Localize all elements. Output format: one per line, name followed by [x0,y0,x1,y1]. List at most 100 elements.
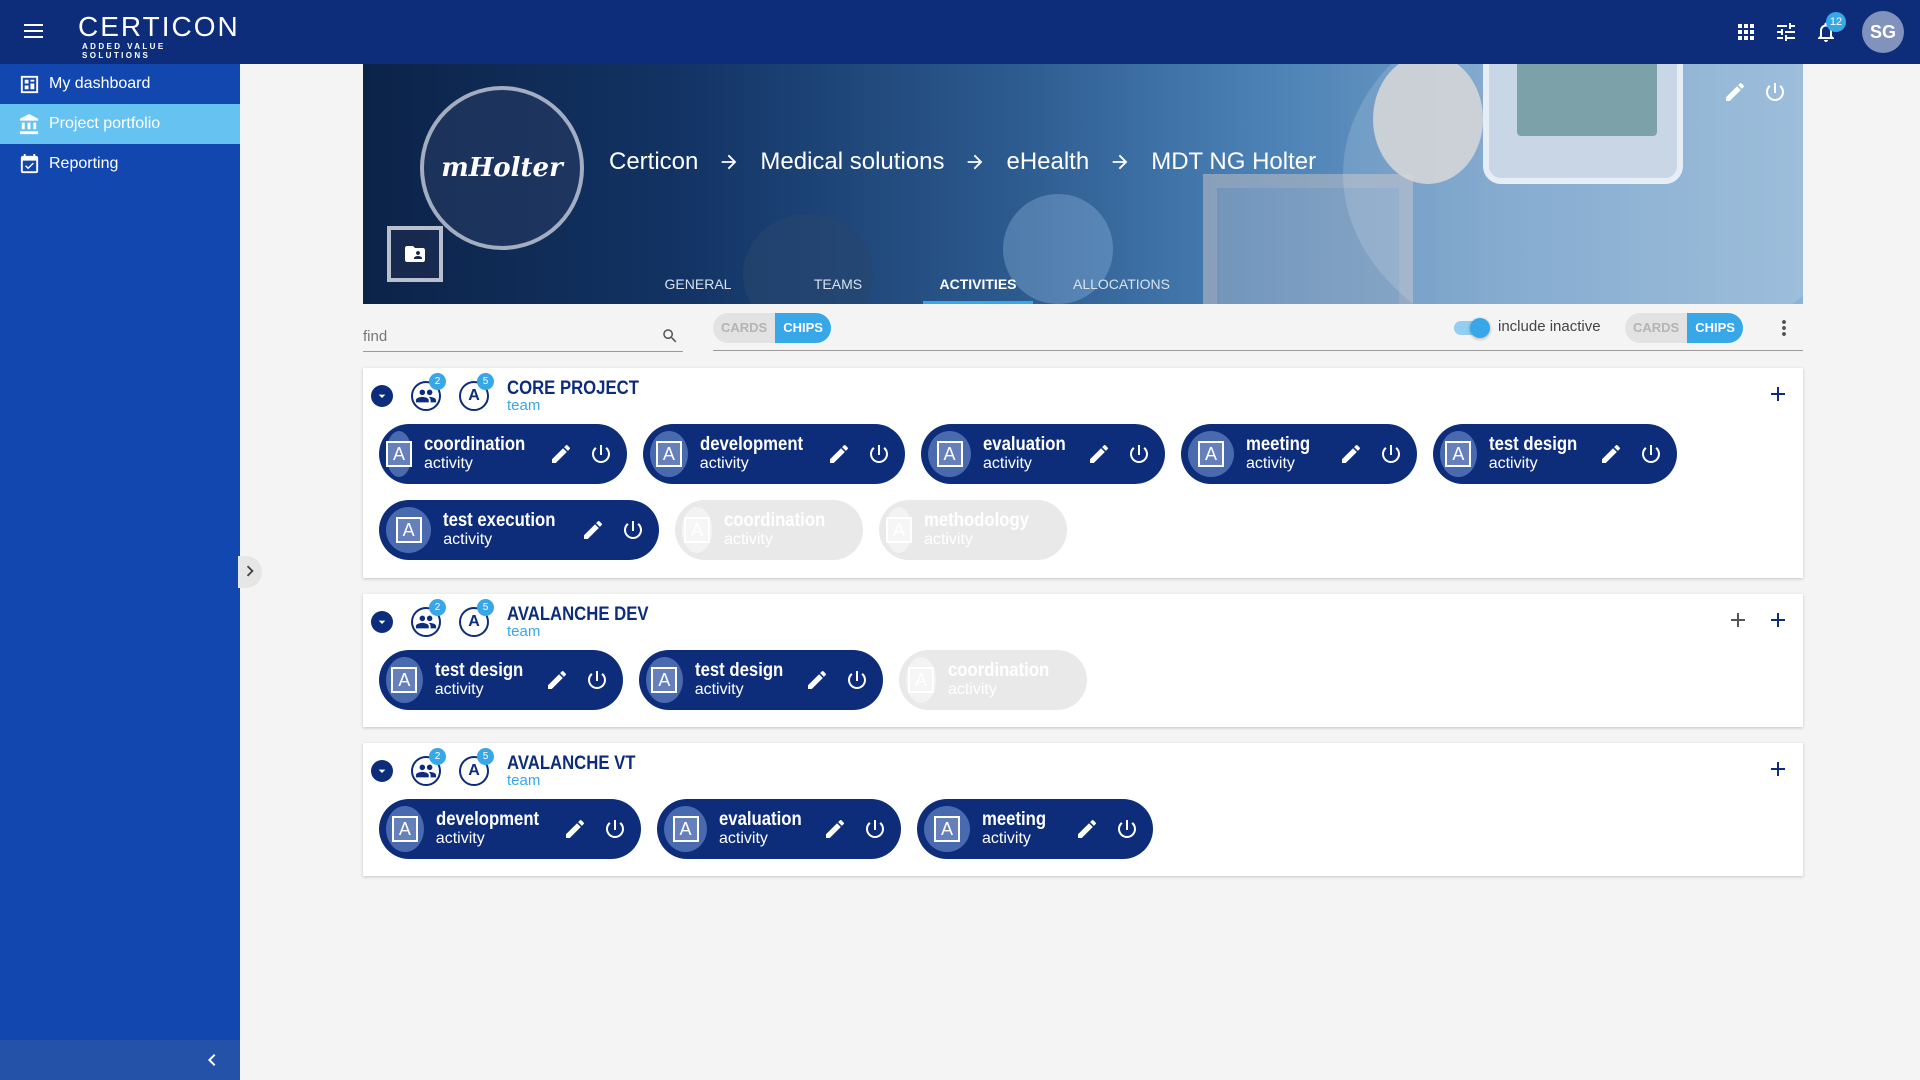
breadcrumb-item[interactable]: eHealth [1006,148,1089,176]
team-view-mode-toggle: CARDS CHIPS [1625,313,1743,343]
deactivate-power-icon[interactable] [863,817,887,841]
upload-logo-folder-icon[interactable] [387,226,443,282]
edit-pencil-icon[interactable] [827,442,851,466]
edit-pencil-icon[interactable] [805,668,829,692]
activity-chip[interactable]: Atest design activity [639,650,883,710]
more-vert-icon[interactable] [1772,316,1796,340]
sidebar-item-reporting[interactable]: Reporting [0,144,240,184]
activity-chip[interactable]: Atest design activity [379,650,623,710]
deactivate-power-icon[interactable] [603,817,627,841]
deactivate-power-icon[interactable] [621,518,645,542]
activity-avatar-icon: A [386,806,424,852]
deactivate-power-icon[interactable] [867,442,891,466]
activity-avatar-icon: A [1440,431,1477,477]
activity-chip[interactable]: Adevelopment activity [643,424,905,484]
deactivate-power-icon[interactable] [589,442,613,466]
hamburger-menu-icon[interactable] [22,20,46,44]
activities-count-badge: 5 [477,748,494,765]
edit-pencil-icon[interactable] [1599,442,1623,466]
deactivate-power-icon[interactable] [585,668,609,692]
add-activity-plus-icon[interactable] [1766,757,1790,781]
include-inactive-switch[interactable] [1452,316,1492,340]
view-chips-option[interactable]: CHIPS [775,313,831,343]
team-members-icon[interactable]: 2 [411,373,446,411]
activity-chip[interactable]: Ameeting activity [1181,424,1417,484]
activity-avatar-icon: A [928,431,972,477]
activity-chip-text: development activity [700,435,817,473]
view-mode-toggle: CARDS CHIPS [713,313,831,343]
collapse-chevron-down-icon[interactable] [371,760,393,782]
activity-chip[interactable]: Adevelopment activity [379,799,641,859]
inactive-activity-chip[interactable]: Acoordination activity [899,650,1087,710]
collapse-sidebar-chevron-left-icon[interactable] [200,1048,224,1072]
collapse-chevron-down-icon[interactable] [371,385,393,407]
inactive-activity-chip[interactable]: Acoordination activity [675,500,863,560]
activity-chip[interactable]: Aevaluation activity [921,424,1165,484]
activity-chip[interactable]: Acoordination activity [379,424,627,484]
team-activities-icon[interactable]: A5 [459,373,494,411]
edit-pencil-icon[interactable] [563,817,587,841]
breadcrumb-item[interactable]: Medical solutions [760,148,944,176]
add-plus-icon[interactable] [1726,608,1750,632]
inactive-activity-chip[interactable]: Amethodology activity [879,500,1067,560]
activity-name: coordination [424,434,526,455]
team-title-block: CORE PROJECT team [507,379,657,414]
collapse-chevron-down-icon[interactable] [371,611,393,633]
team-title[interactable]: CORE PROJECT [507,379,639,399]
edit-pencil-icon[interactable] [1075,817,1099,841]
tab-teams[interactable]: TEAMS [783,264,893,304]
tune-settings-icon[interactable] [1774,20,1798,44]
deactivate-power-icon[interactable] [1379,442,1403,466]
team-title[interactable]: AVALANCHE DEV [507,605,649,625]
view-cards-option[interactable]: CARDS [713,313,776,343]
project-logo-text: mHolter [441,153,563,183]
team-members-icon[interactable]: 2 [411,748,446,786]
notifications-bell-icon[interactable]: 12 [1814,12,1846,44]
edit-pencil-icon[interactable] [1339,442,1363,466]
expand-panel-chevron-right-icon[interactable] [238,556,262,588]
breadcrumb-item-current[interactable]: MDT NG Holter [1151,148,1316,176]
activity-type: activity [982,830,1031,847]
activity-chip[interactable]: Atest design activity [1433,424,1677,484]
activity-name: coordination [723,510,826,531]
edit-project-pencil-icon[interactable] [1723,80,1747,104]
activity-type: activity [424,455,473,472]
team-view-chips-option[interactable]: CHIPS [1687,313,1743,343]
activity-name: test design [1488,434,1577,455]
deactivate-power-icon[interactable] [1115,817,1139,841]
deactivate-power-icon[interactable] [845,668,869,692]
deactivate-power-icon[interactable] [1639,442,1663,466]
team-activities-icon[interactable]: A5 [459,599,494,637]
activity-chip[interactable]: Aevaluation activity [657,799,901,859]
activity-chip[interactable]: Ameeting activity [917,799,1153,859]
user-avatar[interactable]: SG [1862,11,1904,53]
activity-name: evaluation [719,809,802,830]
activity-chip[interactable]: Atest execution activity [379,500,659,560]
add-activity-plus-icon[interactable] [1766,382,1790,406]
activities-count-badge: 5 [477,373,494,390]
tab-activities[interactable]: ACTIVITIES [923,264,1033,304]
team-members-icon[interactable]: 2 [411,599,446,637]
add-activity-plus-icon[interactable] [1766,608,1790,632]
deactivate-power-icon[interactable] [1127,442,1151,466]
edit-pencil-icon[interactable] [581,518,605,542]
activity-chip-text: methodology activity [924,511,1043,549]
edit-pencil-icon[interactable] [549,442,573,466]
edit-pencil-icon[interactable] [545,668,569,692]
find-input[interactable] [363,322,653,350]
tab-general[interactable]: GENERAL [643,264,753,304]
brand-logo[interactable]: CERTICON ADDED VALUE SOLUTIONS [78,12,238,61]
edit-pencil-icon[interactable] [1087,442,1111,466]
apps-grid-icon[interactable] [1734,20,1758,44]
sidebar-item-project-portfolio[interactable]: Project portfolio [0,104,240,144]
team-title[interactable]: AVALANCHE VT [507,754,636,774]
tab-allocations[interactable]: ALLOCATIONS [1063,264,1180,304]
activity-chip-text: coordination activity [948,661,1063,699]
activity-chip-text: test design activity [1489,435,1589,473]
breadcrumb-item[interactable]: Certicon [609,148,698,176]
deactivate-project-power-icon[interactable] [1763,80,1787,104]
team-view-cards-option[interactable]: CARDS [1625,313,1688,343]
team-activities-icon[interactable]: A5 [459,748,494,786]
edit-pencil-icon[interactable] [823,817,847,841]
sidebar-item-my-dashboard[interactable]: My dashboard [0,64,240,104]
